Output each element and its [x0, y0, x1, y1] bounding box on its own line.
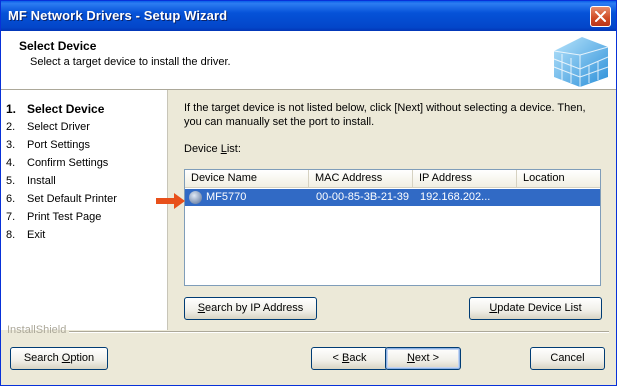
cancel-button[interactable]: Cancel [530, 347, 605, 370]
instructions-text: If the target device is not listed below… [184, 102, 586, 128]
step-label: Install [27, 175, 56, 187]
step-item-select-driver: 2. Select Driver [6, 121, 90, 137]
column-header-location[interactable]: Location [517, 170, 600, 187]
footer-divider [69, 331, 609, 333]
step-item-select-device: 1. Select Device [6, 102, 104, 118]
step-item-port-settings: 3. Port Settings [6, 139, 90, 155]
step-number: 4. [6, 157, 16, 169]
step-item-set-default-printer: 6. Set Default Printer [6, 193, 117, 209]
device-name-cell: MF5770 [206, 191, 247, 203]
wizard-header: Select Device Select a target device to … [1, 31, 616, 90]
step-label: Select Driver [27, 121, 90, 133]
step-item-exit: 8. Exit [6, 229, 45, 245]
column-header-mac-address[interactable]: MAC Address [309, 170, 413, 187]
step-label: Confirm Settings [27, 157, 109, 169]
wizard-logo-icon [553, 37, 609, 87]
mac-address-cell: 00-00-85-3B-21-39 [316, 191, 409, 203]
device-row[interactable]: MF5770 00-00-85-3B-21-39 192.168.202... [185, 189, 600, 206]
device-list-label: Device List: [184, 143, 241, 155]
update-device-list-button[interactable]: Update Device List [469, 297, 602, 320]
device-list-header: Device Name MAC Address IP Address Locat… [185, 170, 600, 188]
close-icon [595, 11, 606, 22]
search-by-ip-button[interactable]: Search by IP Address [184, 297, 317, 320]
installshield-brand: InstallShield [7, 324, 67, 336]
arrow-pointer-icon [156, 193, 185, 209]
window-title: MF Network Drivers - Setup Wizard [8, 8, 228, 23]
step-number: 5. [6, 175, 16, 187]
setup-wizard-window: MF Network Drivers - Setup Wizard Select… [0, 0, 617, 386]
step-item-install: 5. Install [6, 175, 56, 191]
main-content: If the target device is not listed below… [168, 90, 616, 330]
step-label: Exit [27, 229, 46, 241]
device-list[interactable]: Device Name MAC Address IP Address Locat… [184, 169, 601, 286]
step-item-confirm-settings: 4. Confirm Settings [6, 157, 108, 173]
page-title: Select Device [19, 39, 97, 53]
step-label: Select Device [27, 102, 105, 116]
step-number: 3. [6, 139, 16, 151]
back-button[interactable]: < Back [311, 347, 388, 370]
close-button[interactable] [590, 6, 611, 27]
step-label: Port Settings [27, 139, 90, 151]
page-subtitle: Select a target device to install the dr… [30, 56, 231, 68]
device-icon [189, 191, 202, 204]
title-bar[interactable]: MF Network Drivers - Setup Wizard [1, 1, 616, 31]
step-label: Set Default Printer [27, 193, 117, 205]
ip-address-cell: 192.168.202... [420, 191, 491, 203]
step-number: 2. [6, 121, 16, 133]
step-item-print-test-page: 7. Print Test Page [6, 211, 101, 227]
column-header-device-name[interactable]: Device Name [185, 170, 309, 187]
search-option-button[interactable]: Search Option [10, 347, 108, 370]
column-header-ip-address[interactable]: IP Address [413, 170, 517, 187]
step-label: Print Test Page [27, 211, 102, 223]
step-number: 8. [6, 229, 16, 241]
step-number: 6. [6, 193, 16, 205]
next-button[interactable]: Next > [385, 347, 461, 370]
step-number: 7. [6, 211, 16, 223]
wizard-steps: 1. Select Device 2. Select Driver 3. Por… [1, 90, 168, 330]
step-number: 1. [6, 102, 17, 116]
